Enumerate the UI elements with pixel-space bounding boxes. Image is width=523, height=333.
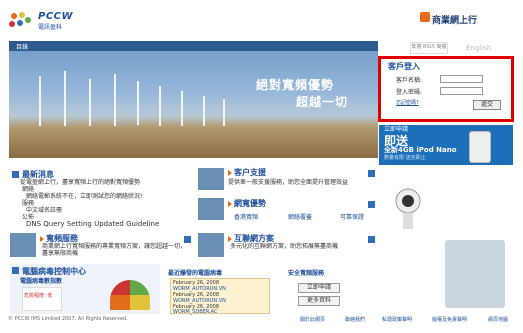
- footer-link-2[interactable]: 私隱政策聲明: [382, 316, 412, 323]
- password-label: 登入密碼:: [396, 89, 423, 96]
- broadband-arrow-icon[interactable]: [184, 236, 191, 243]
- footer-link-0[interactable]: 關於此網頁: [300, 316, 325, 323]
- promo-sec-title[interactable]: 網寬優勢: [234, 198, 266, 209]
- login-submit-button[interactable]: 遞交: [473, 100, 501, 110]
- hero-header-bar: [9, 41, 378, 51]
- interactive-text: 多元化的互聯網方案，助您拓展無盡商機: [230, 243, 339, 250]
- virus-risk-text: 危險程度: 低: [24, 293, 53, 299]
- username-label: 客戶名稱:: [396, 77, 423, 84]
- support-image: [198, 168, 224, 190]
- virus-entry-2-name[interactable]: WORM_SDBER.AC: [173, 309, 218, 315]
- security-apply-button[interactable]: 立即申請: [298, 283, 340, 293]
- news-item-6[interactable]: DNS Query Setting Updated Guideline: [26, 221, 159, 228]
- promo-sec-link-0[interactable]: 香港寬頻: [234, 212, 258, 221]
- support-title[interactable]: 客户支援: [234, 167, 266, 178]
- webcam-image: [393, 183, 423, 233]
- promo-sec-link-2[interactable]: 可靠保證: [340, 212, 364, 221]
- footer-link-1[interactable]: 聯絡我們: [345, 316, 365, 323]
- interactive-bullet-icon: [228, 236, 232, 242]
- brand-name: PCCW: [38, 11, 74, 22]
- news-item-2[interactable]: 網絡電郵系統不在，立即測試您的網絡狀況!: [26, 193, 142, 200]
- pccw-logo-icon: [9, 12, 31, 27]
- news-item-0[interactable]: 從電盈網上行，盡享寬頻上行的絕對寬頻優勢: [20, 179, 140, 186]
- virus-level-chart: [22, 287, 62, 311]
- hero-tab-title[interactable]: 目錄: [16, 42, 28, 51]
- news-item-1: 網絡: [22, 186, 35, 193]
- brand-subtitle: 電訊盈科: [38, 24, 63, 31]
- broadband-text: 商業網上行寬頻服務的專業寬頻方案，讓您超越一切，盡享無限商機: [42, 243, 187, 257]
- forgot-password-link[interactable]: 忘記密碼?: [396, 99, 419, 106]
- lang-zh-switch[interactable]: 繁體 BIG5 簡體: [410, 42, 448, 54]
- support-bullet-icon: [228, 170, 232, 176]
- promo-sec-arrow-icon[interactable]: [368, 201, 375, 208]
- security-title: 安全寬頻服務: [288, 270, 325, 277]
- lang-en-switch[interactable]: English: [466, 44, 491, 52]
- login-title: 客戶登入: [388, 62, 420, 71]
- news-item-4[interactable]: 中文域名註冊: [26, 207, 62, 214]
- virus-subtitle: 電腦病毒數指數: [20, 278, 63, 285]
- footer-link-3[interactable]: 版權及免責聲明: [432, 316, 467, 323]
- news-item-3: 服務: [22, 200, 35, 207]
- username-input[interactable]: [440, 75, 483, 83]
- promo-sec-link-1[interactable]: 網絡覆蓋: [288, 212, 312, 221]
- promo-person-image: [445, 240, 505, 308]
- hero-slogan-line1: 絕對寬頻優勢: [256, 78, 335, 92]
- promo-sec-bullet-icon: [228, 201, 232, 207]
- hero-slogan-line2: 超越一切: [296, 95, 349, 109]
- interactive-image: [198, 233, 224, 257]
- promo-sec-image: [198, 198, 224, 220]
- broadband-image: [10, 233, 36, 257]
- password-input[interactable]: [440, 87, 483, 95]
- news-arrow-icon: [12, 171, 19, 178]
- biz-link[interactable]: 商業網上行: [432, 13, 477, 26]
- biz-icon: [420, 12, 430, 22]
- interactive-arrow-icon[interactable]: [368, 236, 375, 243]
- footer-link-4[interactable]: 網頁地圖: [488, 316, 508, 323]
- broadband-bullet-icon: [40, 236, 44, 242]
- promo-line4: 數量有限‧送完即止: [384, 155, 426, 161]
- ipod-image: [469, 131, 491, 163]
- support-arrow-icon[interactable]: [368, 170, 375, 177]
- support-text: 提供車一般支援服務，助您全面提升管理效益: [228, 179, 349, 186]
- virus-arrow-icon: [12, 267, 19, 274]
- latest-virus-title: 最近爆發的電腦病毒: [168, 270, 223, 277]
- security-more-button[interactable]: 更多資料: [298, 296, 340, 306]
- copyright: © PCCW IMS Limited 2007. All Rights Rese…: [8, 316, 128, 322]
